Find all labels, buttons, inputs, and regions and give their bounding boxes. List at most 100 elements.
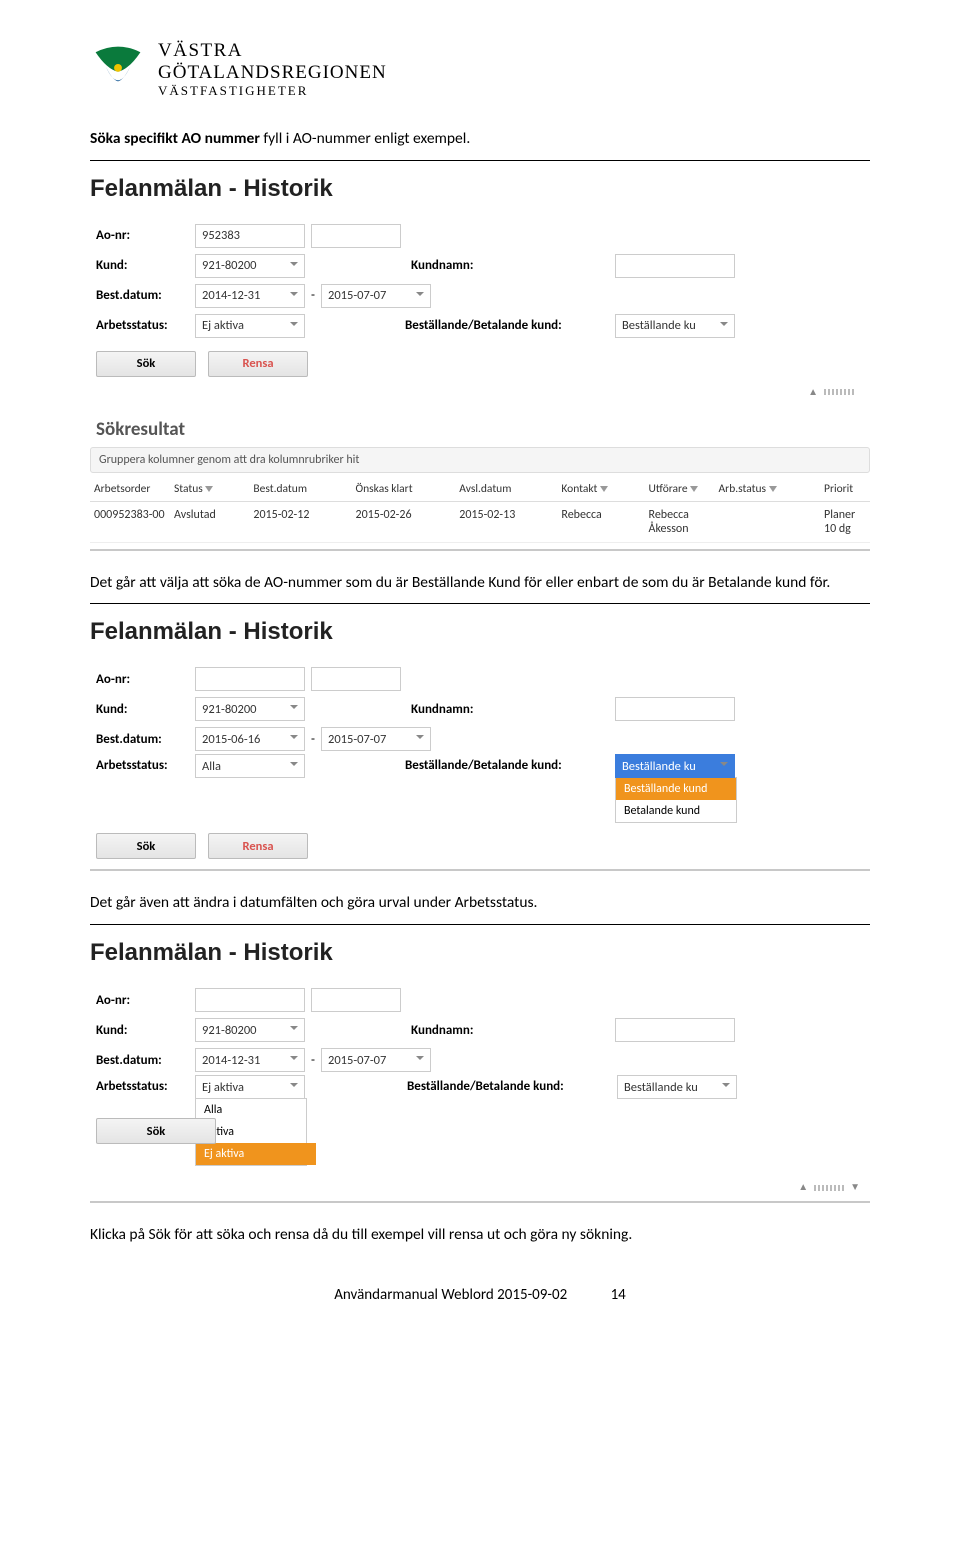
sok-button[interactable]: Sök <box>96 833 196 859</box>
logo-text: VÄSTRA GÖTALANDSREGIONEN VÄSTFASTIGHETER <box>158 40 387 99</box>
date-from[interactable]: 2014-12-31 <box>195 1048 305 1072</box>
option-betalande[interactable]: Betalande kund <box>616 800 736 822</box>
filter-icon[interactable] <box>600 482 608 496</box>
label-kund: Kund: <box>90 702 195 717</box>
aonr-input[interactable]: 952383 <box>195 224 305 248</box>
paragraph-3: Det går även att ändra i datumfälten och… <box>90 893 870 914</box>
paragraph-4: Klicka på Sök för att söka och rensa då … <box>90 1225 870 1246</box>
logo-line2: GÖTALANDSREGIONEN <box>158 62 387 84</box>
cell-priorit: Planer 10 dg <box>820 501 870 542</box>
cell-kontakt: Rebecca <box>557 501 644 542</box>
bbkund-select[interactable]: Beställande ku <box>615 754 735 778</box>
label-kundnamn: Kundnamn: <box>405 1023 495 1038</box>
sok-button[interactable]: Sök <box>96 1118 216 1144</box>
option-ej-aktiva[interactable]: Ej aktiva <box>196 1143 316 1165</box>
sok-button[interactable]: Sök <box>96 351 196 377</box>
option-bestallande[interactable]: Beställande kund <box>616 778 736 800</box>
date-from[interactable]: 2014-12-31 <box>195 284 305 308</box>
result-table: Arbetsorder Status Best.datum Önskas kla… <box>90 477 870 543</box>
bbkund-select[interactable]: Beställande ku <box>617 1075 737 1099</box>
kund-select[interactable]: 921-80200 <box>195 254 305 278</box>
vgr-logo-icon <box>90 41 146 97</box>
cell-bestdatum: 2015-02-12 <box>249 501 351 542</box>
date-dash: - <box>305 732 321 747</box>
panel-resize-row: ▲▼ <box>90 1176 870 1195</box>
header-logo: VÄSTRA GÖTALANDSREGIONEN VÄSTFASTIGHETER <box>90 40 870 99</box>
label-bestdatum: Best.datum: <box>90 732 195 747</box>
col-status[interactable]: Status <box>170 477 249 502</box>
kundnamn-input[interactable] <box>615 254 735 278</box>
filter-icon[interactable] <box>205 482 213 496</box>
table-row[interactable]: 000952383-00 Avslutad 2015-02-12 2015-02… <box>90 501 870 542</box>
filter-icon[interactable] <box>690 482 698 496</box>
logo-line3: VÄSTFASTIGHETER <box>158 84 387 99</box>
label-arbetsstatus: Arbetsstatus: <box>90 318 195 333</box>
arbetsstatus-select[interactable]: Ej aktiva <box>195 314 305 338</box>
label-bbkund: Beställande/Betalande kund: <box>407 1075 617 1094</box>
aonr-input-2[interactable] <box>311 224 401 248</box>
label-kund: Kund: <box>90 1023 195 1038</box>
label-aonr: Ao-nr: <box>90 672 195 687</box>
col-arbetsorder[interactable]: Arbetsorder <box>90 477 170 502</box>
col-priorit[interactable]: Priorit <box>820 477 870 502</box>
label-bbkund: Beställande/Betalande kund: <box>405 754 615 773</box>
label-bbkund: Beställande/Betalande kund: <box>405 318 615 333</box>
aonr-input-2[interactable] <box>311 667 401 691</box>
col-onskas[interactable]: Önskas klart <box>352 477 456 502</box>
date-to[interactable]: 2015-07-07 <box>321 1048 431 1072</box>
date-to[interactable]: 2015-07-07 <box>321 284 431 308</box>
col-arbstatus[interactable]: Arb.status <box>715 477 820 502</box>
logo-line1: VÄSTRA <box>158 40 387 62</box>
kundnamn-input[interactable] <box>615 1018 735 1042</box>
rensa-button[interactable]: Rensa <box>208 833 308 859</box>
page-number: 14 <box>611 1286 626 1304</box>
kund-select[interactable]: 921-80200 <box>195 697 305 721</box>
aonr-input[interactable] <box>195 988 305 1012</box>
intro-bold: Söka specifikt AO nummer <box>90 129 260 148</box>
kundnamn-input[interactable] <box>615 697 735 721</box>
cell-status: Avslutad <box>170 501 249 542</box>
aonr-input[interactable] <box>195 667 305 691</box>
label-kundnamn: Kundnamn: <box>405 702 495 717</box>
col-avsl[interactable]: Avsl.datum <box>455 477 557 502</box>
panel-title: Felanmälan - Historik <box>90 618 870 646</box>
kund-select[interactable]: 921-80200 <box>195 1018 305 1042</box>
cell-onskas: 2015-02-26 <box>352 501 456 542</box>
arbetsstatus-select[interactable]: Ej aktiva <box>195 1075 305 1099</box>
intro-paragraph: Söka specifikt AO nummer fyll i AO-numme… <box>90 129 870 150</box>
aonr-input-2[interactable] <box>311 988 401 1012</box>
bbkund-select[interactable]: Beställande ku <box>615 314 735 338</box>
rensa-button[interactable]: Rensa <box>208 351 308 377</box>
col-utforare[interactable]: Utförare <box>645 477 715 502</box>
cell-arbstatus <box>715 501 820 542</box>
screenshot-3: Felanmälan - Historik Ao-nr: Kund: 921-8… <box>90 939 870 1203</box>
date-dash: - <box>305 288 321 303</box>
sokresultat-title: Sökresultat <box>96 418 870 441</box>
col-kontakt[interactable]: Kontakt <box>557 477 644 502</box>
separator <box>90 924 870 925</box>
col-bestdatum[interactable]: Best.datum <box>249 477 351 502</box>
screenshot-2: Felanmälan - Historik Ao-nr: Kund: 921-8… <box>90 618 870 871</box>
arbetsstatus-select[interactable]: Alla <box>195 754 305 778</box>
page-footer: Användarmanual Weblord 2015-09-02 14 <box>90 1286 870 1304</box>
label-kundnamn: Kundnamn: <box>405 258 495 273</box>
separator <box>90 603 870 604</box>
date-dash: - <box>305 1053 321 1068</box>
cell-avsl: 2015-02-13 <box>455 501 557 542</box>
date-to[interactable]: 2015-07-07 <box>321 727 431 751</box>
cell-utforare: Rebecca Åkesson <box>645 501 715 542</box>
separator <box>90 160 870 161</box>
label-bestdatum: Best.datum: <box>90 288 195 303</box>
panel-title: Felanmälan - Historik <box>90 939 870 967</box>
screenshot-1: Felanmälan - Historik Ao-nr: 952383 Kund… <box>90 175 870 551</box>
date-from[interactable]: 2015-06-16 <box>195 727 305 751</box>
paragraph-2: Det går att välja att söka de AO-nummer … <box>90 573 870 594</box>
intro-rest: fyll i AO-nummer enligt exempel. <box>260 129 470 148</box>
panel-title: Felanmälan - Historik <box>90 175 870 203</box>
group-bar[interactable]: Gruppera kolumner genom att dra kolumnru… <box>90 447 870 473</box>
cell-arbetsorder: 000952383-00 <box>90 501 170 542</box>
label-aonr: Ao-nr: <box>90 228 195 243</box>
filter-icon[interactable] <box>769 482 777 496</box>
label-aonr: Ao-nr: <box>90 993 195 1008</box>
bbkund-dropdown: Beställande kund Betalande kund <box>615 777 737 823</box>
